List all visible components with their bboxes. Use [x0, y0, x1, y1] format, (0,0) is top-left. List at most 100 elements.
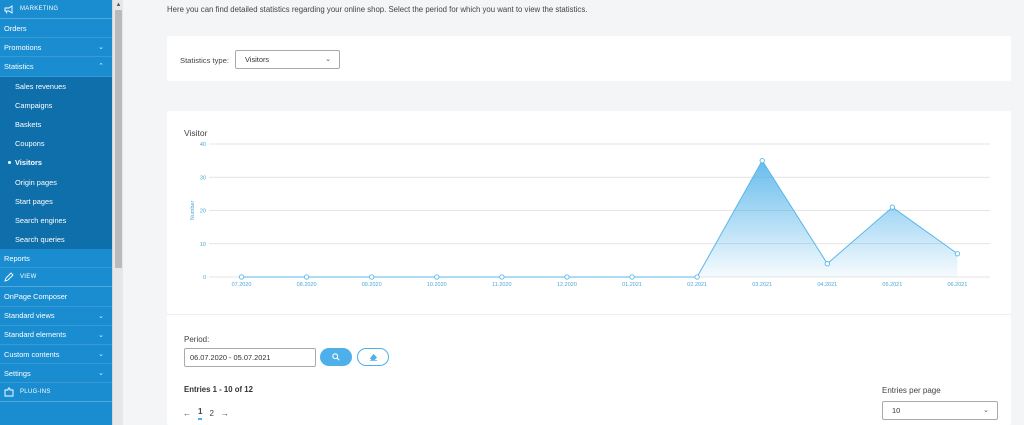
active-bullet-icon [8, 161, 11, 165]
sidebar-item-label: Reports [4, 253, 30, 263]
sidebar-item-onpage-composer[interactable]: OnPage Composer [0, 287, 112, 307]
data-point [759, 157, 765, 164]
sidebar-item-label: Custom contents [4, 349, 60, 359]
x-tick-label: 03.2021 [752, 282, 772, 288]
sidebar-item-label: OnPage Composer [4, 292, 68, 302]
sidebar-subitem-label: Visitors [15, 158, 42, 168]
chevron-down-icon: ⌄ [325, 56, 331, 63]
data-point [369, 274, 375, 280]
sidebar-item-promotions[interactable]: Promotions ⌄ [0, 38, 112, 58]
sidebar-item-settings[interactable]: Settings ⌄ [0, 364, 112, 384]
y-tick-label: 0 [203, 275, 206, 281]
sidebar-item-reports[interactable]: Reports [0, 249, 112, 269]
next-page-button[interactable]: → [221, 409, 229, 418]
search-button[interactable] [320, 348, 352, 366]
data-point [824, 261, 830, 267]
sidebar-section-title: MARKETING [20, 6, 59, 12]
chevron-down-icon: ⌄ [98, 331, 104, 339]
x-tick-label: 07.2020 [232, 282, 252, 288]
sidebar-item-label: Standard elements [4, 330, 67, 340]
sidebar-scrollbar[interactable]: ▲ [112, 0, 123, 425]
sidebar-subitem-label: Search queries [15, 235, 65, 245]
x-tick-label: 02.2021 [687, 282, 707, 288]
sidebar-subitem-visitors[interactable]: Visitors [0, 153, 112, 172]
chevron-up-icon: ⌃ [98, 63, 104, 71]
sidebar-subitem-label: Start pages [15, 196, 53, 206]
pagination: ← 1 2 → [183, 407, 236, 420]
sidebar-section-view: VIEW [0, 268, 112, 288]
sidebar-item-label: Promotions [4, 42, 42, 52]
sidebar-subitem-baskets[interactable]: Baskets [0, 115, 112, 134]
entries-per-page-value: 10 [892, 406, 901, 415]
sidebar-section-title: PLUG-INS [20, 389, 51, 396]
y-tick-label: 20 [200, 209, 206, 215]
search-icon [332, 353, 340, 361]
x-tick-label: 09.2020 [362, 282, 382, 288]
data-point [629, 274, 635, 280]
data-point [499, 274, 505, 280]
sidebar-section-title: VIEW [20, 274, 37, 281]
x-tick-label: 06.2021 [948, 282, 968, 288]
period-value: 06.07.2020 - 05.07.2021 [190, 353, 271, 362]
megaphone-icon [4, 4, 14, 14]
x-tick-label: 12.2020 [557, 282, 577, 288]
sidebar-subitem-label: Campaigns [15, 100, 53, 110]
sidebar-subitem-coupons[interactable]: Coupons [0, 134, 112, 153]
sidebar-item-statistics[interactable]: Statistics ⌃ [0, 57, 112, 77]
statistics-type-card: Statistics type: Visitors ⌄ [167, 36, 1011, 81]
chevron-down-icon: ⌄ [98, 44, 104, 52]
sidebar-subitem-search-queries[interactable]: Search queries [0, 230, 112, 249]
y-tick-label: 40 [200, 142, 206, 148]
period-label: Period: [184, 335, 210, 344]
y-tick-label: 10 [200, 242, 206, 248]
data-point [238, 274, 245, 280]
sidebar-subitem-origin-pages[interactable]: Origin pages [0, 173, 112, 192]
chevron-down-icon: ⌄ [98, 312, 104, 320]
statistics-type-select[interactable]: Visitors ⌄ [235, 50, 340, 69]
page-1-button[interactable]: 1 [198, 407, 203, 420]
data-point [954, 251, 961, 257]
chart-card: Visitor 0 10 20 30 40 Number 07.2020 08.2020 09.… [167, 111, 1011, 314]
data-point [434, 274, 440, 280]
x-tick-label: 04.2021 [817, 282, 837, 288]
entries-per-page-label: Entries per page [882, 386, 941, 395]
sidebar-subitem-campaigns[interactable]: Campaigns [0, 96, 112, 115]
sidebar-submenu-statistics: Sales revenues Campaigns Baskets Coupons Vis… [0, 76, 112, 250]
sidebar-item-orders[interactable]: Orders [0, 19, 112, 39]
x-tick-label: 01.2021 [622, 282, 642, 288]
sidebar-subitem-start-pages[interactable]: Start pages [0, 192, 112, 211]
pen-icon [4, 272, 14, 283]
page-2-button[interactable]: 2 [209, 409, 213, 418]
data-point [889, 204, 896, 210]
data-point [303, 274, 310, 280]
data-point [564, 274, 570, 280]
period-input[interactable]: 06.07.2020 - 05.07.2021 [184, 348, 316, 367]
prev-page-button[interactable]: ← [183, 409, 191, 418]
reset-button[interactable] [357, 348, 389, 366]
sidebar-item-label: Standard views [4, 311, 55, 321]
sidebar-subitem-label: Search engines [15, 215, 67, 225]
statistics-type-value: Visitors [245, 55, 270, 64]
entries-per-page-select[interactable]: 10 ⌄ [882, 401, 998, 420]
y-axis-label: Number [190, 201, 196, 221]
sidebar-item-custom-contents[interactable]: Custom contents ⌄ [0, 345, 112, 365]
data-point [694, 274, 700, 280]
chevron-down-icon: ⌄ [98, 351, 104, 359]
sidebar-subitem-sales-revenues[interactable]: Sales revenues [0, 77, 112, 96]
y-tick-label: 30 [200, 175, 206, 181]
area-fill [241, 160, 958, 277]
x-tick-label: 05.2021 [882, 282, 902, 288]
x-tick-label: 08.2020 [297, 282, 317, 288]
sidebar-subitem-label: Sales revenues [15, 81, 66, 91]
sidebar-subitem-label: Baskets [15, 120, 42, 130]
sidebar-section-marketing: MARKETING [0, 0, 112, 19]
sidebar-item-standard-views[interactable]: Standard views ⌄ [0, 307, 112, 326]
sidebar-item-standard-elements[interactable]: Standard elements ⌄ [0, 326, 112, 345]
sidebar-subitem-search-engines[interactable]: Search engines [0, 211, 112, 230]
scroll-thumb[interactable] [115, 10, 122, 268]
x-tick-label: 11.2020 [492, 282, 511, 288]
sidebar: MARKETING Orders Promotions ⌄ Statistics ⌃ Sal… [0, 0, 112, 425]
entries-count: Entries 1 - 10 of 12 [184, 385, 253, 394]
period-card: Period: 06.07.2020 - 05.07.2021 Entries … [167, 314, 1011, 425]
chevron-down-icon: ⌄ [98, 370, 104, 378]
